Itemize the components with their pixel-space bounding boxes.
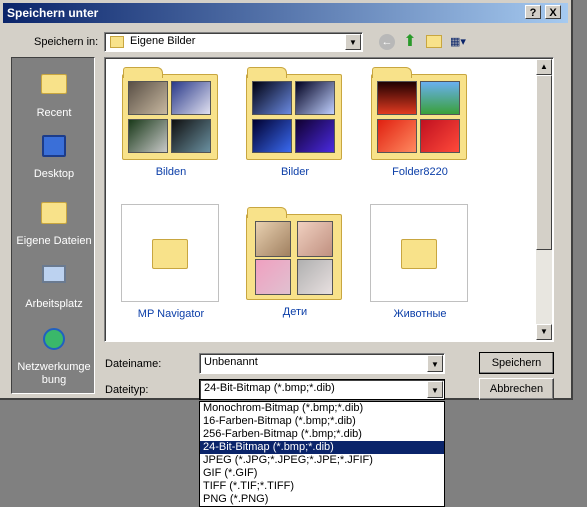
folder-item-bilder[interactable]: Bilder	[245, 64, 345, 178]
filename-value[interactable]: Unbenannt	[204, 356, 258, 368]
place-label: Arbeitsplatz	[25, 298, 83, 310]
folder-icon	[152, 239, 188, 269]
place-my-computer[interactable]: Arbeitsplatz	[12, 261, 96, 310]
desktop-icon	[39, 135, 69, 165]
scroll-thumb[interactable]	[536, 75, 552, 250]
item-label: Животные	[393, 308, 447, 320]
item-label: Folder8220	[392, 166, 448, 178]
place-desktop[interactable]: Desktop	[12, 132, 96, 180]
item-label: MP Navigator	[137, 308, 205, 320]
place-network[interactable]: Netzwerkumge bung	[12, 325, 96, 387]
filename-label: Dateiname:	[105, 358, 162, 370]
item-label: Bilden	[155, 166, 187, 178]
folder-thumbnail	[370, 204, 468, 302]
place-label: Eigene Dateien	[16, 235, 92, 247]
filetype-option[interactable]: PNG (*.PNG)	[200, 493, 444, 506]
cancel-button[interactable]: Abbrechen	[479, 378, 554, 400]
folder-icon	[401, 239, 437, 269]
view-menu-icon[interactable]: ▦▾	[450, 35, 472, 49]
filetype-option[interactable]: Monochrom-Bitmap (*.bmp;*.dib)	[200, 402, 444, 415]
filename-combo[interactable]: Unbenannt ▼	[199, 353, 445, 374]
network-icon	[39, 328, 69, 358]
save-as-dialog: Speichern unter ? X Speichern in: Eigene…	[0, 0, 573, 400]
folder-thumbnail	[370, 64, 467, 160]
scroll-up-icon[interactable]: ▲	[536, 59, 552, 75]
save-in-combo[interactable]: Eigene Bilder ▼	[104, 32, 363, 52]
my-computer-icon	[39, 265, 69, 295]
filetype-option[interactable]: 256-Farben-Bitmap (*.bmp;*.dib)	[200, 428, 444, 441]
my-pictures-folder-icon	[110, 36, 124, 48]
vertical-scrollbar[interactable]: ▲ ▼	[536, 59, 552, 340]
place-label: Netzwerkumge bung	[17, 361, 91, 386]
folder-item-zhivotnye[interactable]: Животные	[370, 204, 470, 320]
help-button[interactable]: ?	[525, 5, 541, 19]
filetype-option[interactable]: JPEG (*.JPG;*.JPEG;*.JPE;*.JFIF)	[200, 454, 444, 467]
item-label: Дети	[282, 306, 308, 318]
recent-icon	[39, 74, 69, 104]
filetype-dropdown-list[interactable]: Monochrom-Bitmap (*.bmp;*.dib) 16-Farben…	[199, 401, 445, 507]
filetype-option-selected[interactable]: 24-Bit-Bitmap (*.bmp;*.dib)	[200, 441, 444, 454]
save-button[interactable]: Speichern	[479, 352, 554, 374]
folder-item-deti[interactable]: Дети	[245, 204, 345, 318]
filetype-label: Dateityp:	[105, 384, 149, 396]
folder-thumbnail	[245, 64, 342, 160]
new-folder-icon[interactable]	[426, 35, 442, 48]
filetype-option[interactable]: 16-Farben-Bitmap (*.bmp;*.dib)	[200, 415, 444, 428]
filetype-option[interactable]: TIFF (*.TIF;*.TIFF)	[200, 480, 444, 493]
place-recent[interactable]: Recent	[12, 68, 96, 119]
item-label: Bilder	[280, 166, 310, 178]
places-bar: Recent Desktop Eigene Dateien Arbeitspla…	[11, 57, 95, 394]
place-label: Recent	[36, 107, 72, 119]
save-in-value: Eigene Bilder	[130, 35, 196, 47]
filetype-value: 24-Bit-Bitmap (*.bmp;*.dib)	[204, 382, 335, 394]
window-title: Speichern unter	[7, 6, 99, 20]
save-in-label: Speichern in:	[34, 36, 99, 48]
chevron-down-icon[interactable]: ▼	[427, 355, 443, 372]
folder-thumbnail	[245, 204, 342, 300]
back-icon[interactable]: ←	[379, 34, 395, 50]
place-my-documents[interactable]: Eigene Dateien	[12, 197, 96, 247]
filetype-combo[interactable]: 24-Bit-Bitmap (*.bmp;*.dib) ▼	[199, 379, 445, 400]
title-bar: Speichern unter ? X	[3, 3, 568, 23]
scroll-down-icon[interactable]: ▼	[536, 324, 552, 340]
my-documents-icon	[39, 202, 69, 232]
chevron-down-icon[interactable]: ▼	[427, 381, 443, 398]
folder-item-mp-navigator[interactable]: MP Navigator	[121, 204, 221, 320]
folder-item-folder8220[interactable]: Folder8220	[370, 64, 470, 178]
file-list[interactable]: Bilden Bilder Folder8220 MP Navigator Де…	[104, 57, 554, 342]
folder-thumbnail	[121, 204, 219, 302]
folder-item-bilden[interactable]: Bilden	[121, 64, 221, 178]
place-label: Desktop	[33, 168, 75, 180]
folder-thumbnail	[121, 64, 218, 160]
chevron-down-icon[interactable]: ▼	[345, 34, 361, 50]
close-button[interactable]: X	[545, 5, 561, 19]
up-folder-icon[interactable]: ⬆	[401, 33, 419, 51]
filetype-option[interactable]: GIF (*.GIF)	[200, 467, 444, 480]
